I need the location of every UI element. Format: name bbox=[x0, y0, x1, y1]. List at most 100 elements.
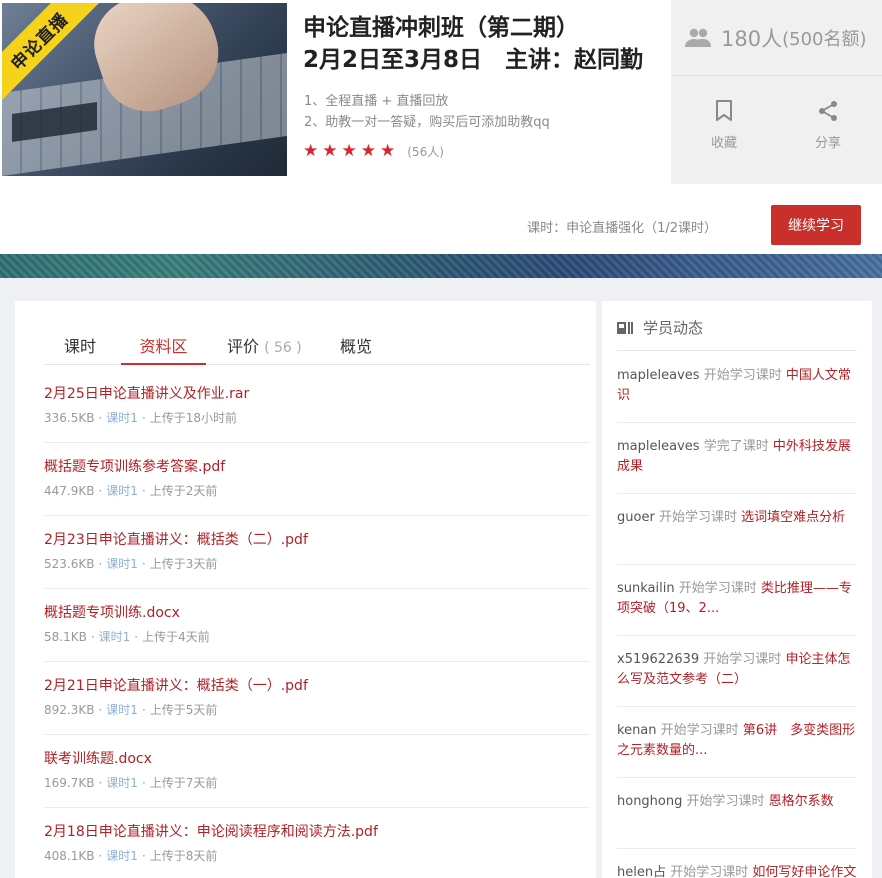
activity-item: x519622639 开始学习课时 申论主体怎么写及范文参考（二） bbox=[617, 636, 857, 707]
activity-user[interactable]: mapleleaves bbox=[617, 368, 700, 383]
activity-feed-icon bbox=[617, 321, 633, 334]
bookmark-icon bbox=[716, 100, 732, 121]
activity-verb: 开始学习课时 bbox=[658, 510, 737, 525]
file-upload-time: 上传于18小时前 bbox=[149, 411, 238, 425]
activity-verb: 开始学习课时 bbox=[670, 865, 749, 878]
course-header: 申论直播 申论直播冲刺班（第二期） 2月2日至3月8日 主讲：赵同勤 1、全程直… bbox=[0, 0, 882, 184]
file-size: 408.1KB bbox=[44, 849, 95, 863]
file-upload-time: 上传于7天前 bbox=[149, 776, 218, 790]
file-lesson-link[interactable]: 课时1 bbox=[106, 557, 138, 571]
tab-label: 资料区 bbox=[139, 337, 188, 356]
activity-item: mapleleaves 开始学习课时 中国人文常识 bbox=[617, 352, 857, 423]
enrollment-info: 180人 (500名额) bbox=[671, 0, 882, 76]
rating-count: (56人) bbox=[407, 144, 444, 159]
file-name-link[interactable]: 概括题专项训练.docx bbox=[44, 602, 180, 622]
activity-verb: 开始学习课时 bbox=[703, 652, 782, 667]
student-activity-panel: 学员动态 mapleleaves 开始学习课时 中国人文常识 mapleleav… bbox=[602, 301, 872, 878]
file-meta: 169.7KB · 课时1 · 上传于7天前 bbox=[44, 776, 218, 790]
people-icon bbox=[685, 28, 711, 47]
file-name-link[interactable]: 2月21日申论直播讲义：概括类（一）.pdf bbox=[44, 675, 308, 695]
activity-user[interactable]: kenan bbox=[617, 723, 657, 738]
course-cover-image[interactable]: 申论直播 bbox=[2, 3, 287, 176]
tab-lessons[interactable]: 课时 bbox=[64, 333, 96, 365]
star-icon: ★ bbox=[322, 141, 338, 161]
file-item: 2月23日申论直播讲义：概括类（二）.pdf 523.6KB · 课时1 · 上传于3天… bbox=[44, 516, 590, 589]
file-item: 2月21日申论直播讲义：概括类（一）.pdf 892.3KB · 课时1 · 上传于5天… bbox=[44, 662, 590, 735]
tab-label: 课时 bbox=[64, 337, 97, 356]
file-lesson-link[interactable]: 课时1 bbox=[106, 484, 138, 498]
activity-title: 学员动态 bbox=[643, 319, 704, 337]
decorative-stripe bbox=[0, 254, 882, 278]
tab-label: 概览 bbox=[340, 337, 373, 356]
file-meta: 892.3KB · 课时1 · 上传于5天前 bbox=[44, 703, 218, 717]
activity-course-link[interactable]: 恩格尔系数 bbox=[769, 794, 834, 809]
activity-verb: 开始学习课时 bbox=[678, 581, 757, 596]
star-icon: ★ bbox=[303, 141, 319, 161]
file-name-link[interactable]: 概括题专项训练参考答案.pdf bbox=[44, 456, 225, 476]
file-meta: 58.1KB · 课时1 · 上传于4天前 bbox=[44, 630, 210, 644]
activity-header: 学员动态 bbox=[617, 315, 857, 351]
course-title: 申论直播冲刺班（第二期） 2月2日至3月8日 主讲：赵同勤 bbox=[303, 12, 643, 76]
favorite-button[interactable]: 收藏 bbox=[674, 100, 774, 151]
star-icon: ★ bbox=[360, 141, 376, 161]
tab-materials[interactable]: 资料区 bbox=[121, 333, 206, 365]
activity-verb: 开始学习课时 bbox=[686, 794, 765, 809]
tab-reviews[interactable]: 评价 ( 56 ) bbox=[227, 333, 302, 365]
share-button[interactable]: 分享 bbox=[778, 100, 878, 151]
activity-item: kenan 开始学习课时 第6讲 多变类图形之元素数量的... bbox=[617, 707, 857, 778]
activity-user[interactable]: guoer bbox=[617, 510, 655, 525]
activity-user[interactable]: sunkailin bbox=[617, 581, 675, 596]
activity-verb: 开始学习课时 bbox=[660, 723, 739, 738]
file-upload-time: 上传于4天前 bbox=[142, 630, 210, 644]
ribbon-label: 申论直播 bbox=[7, 9, 73, 75]
file-lesson-link[interactable]: 课时1 bbox=[106, 703, 138, 717]
file-item: 2月25日申论直播讲义及作业.rar 336.5KB · 课时1 · 上传于18小时前 bbox=[44, 370, 590, 443]
star-icon: ★ bbox=[341, 141, 357, 161]
file-lesson-link[interactable]: 课时1 bbox=[99, 630, 131, 644]
file-size: 892.3KB bbox=[44, 703, 95, 717]
activity-user[interactable]: helen占 bbox=[617, 865, 666, 878]
file-item: 概括题专项训练参考答案.pdf 447.9KB · 课时1 · 上传于2天前 bbox=[44, 443, 590, 516]
activity-verb: 开始学习课时 bbox=[703, 368, 782, 383]
file-size: 447.9KB bbox=[44, 484, 95, 498]
activity-verb: 学完了课时 bbox=[703, 439, 769, 454]
activity-user[interactable]: mapleleaves bbox=[617, 439, 700, 454]
file-name-link[interactable]: 2月23日申论直播讲义：概括类（二）.pdf bbox=[44, 529, 308, 549]
activity-item: honghong 开始学习课时 恩格尔系数 bbox=[617, 778, 857, 849]
tab-overview[interactable]: 概览 bbox=[340, 333, 372, 365]
file-item: 联考训练题.docx 169.7KB · 课时1 · 上传于7天前 bbox=[44, 735, 590, 808]
file-upload-time: 上传于3天前 bbox=[149, 557, 218, 571]
file-meta: 447.9KB · 课时1 · 上传于2天前 bbox=[44, 484, 218, 498]
activity-item: guoer 开始学习课时 选词填空难点分析 bbox=[617, 494, 857, 565]
file-lesson-link[interactable]: 课时1 bbox=[106, 849, 138, 863]
continue-learning-button[interactable]: 继续学习 bbox=[771, 205, 861, 245]
file-name-link[interactable]: 2月18日申论直播讲义：申论阅读程序和阅读方法.pdf bbox=[44, 821, 378, 841]
activity-user[interactable]: x519622639 bbox=[617, 652, 699, 667]
share-icon bbox=[819, 101, 837, 121]
activity-course-link[interactable]: 选词填空难点分析 bbox=[741, 510, 845, 525]
file-lesson-link[interactable]: 课时1 bbox=[106, 411, 138, 425]
feature-item: 2、助教一对一答疑，购买后可添加助教qq bbox=[304, 115, 550, 130]
file-size: 523.6KB bbox=[44, 557, 95, 571]
activity-course-link[interactable]: 如何写好申论作文 bbox=[752, 865, 856, 878]
activity-item: mapleleaves 学完了课时 中外科技发展成果 bbox=[617, 423, 857, 494]
activity-user[interactable]: honghong bbox=[617, 794, 682, 809]
review-count: ( 56 ) bbox=[264, 340, 302, 356]
file-meta: 523.6KB · 课时1 · 上传于3天前 bbox=[44, 557, 218, 571]
favorite-label: 收藏 bbox=[710, 136, 737, 151]
activity-item: helen占 开始学习课时 如何写好申论作文 bbox=[617, 849, 857, 878]
file-name-link[interactable]: 2月25日申论直播讲义及作业.rar bbox=[44, 383, 249, 403]
tab-label: 评价 bbox=[227, 337, 260, 356]
course-rating: ★ ★ ★ ★ ★ (56人) bbox=[303, 141, 444, 161]
file-lesson-link[interactable]: 课时1 bbox=[106, 776, 138, 790]
file-upload-time: 上传于2天前 bbox=[149, 484, 218, 498]
enrolled-count: 180人 bbox=[721, 26, 783, 51]
feature-item: 1、全程直播 + 直播回放 bbox=[304, 94, 449, 109]
file-name-link[interactable]: 联考训练题.docx bbox=[44, 748, 152, 768]
course-features: 1、全程直播 + 直播回放 2、助教一对一答疑，购买后可添加助教qq bbox=[304, 91, 550, 133]
content-tabs: 课时 资料区 评价 ( 56 ) 概览 bbox=[44, 329, 590, 365]
activity-item: sunkailin 开始学习课时 类比推理——专项突破（19、2... bbox=[617, 565, 857, 636]
course-content-panel: 课时 资料区 评价 ( 56 ) 概览 2月25日申论直播讲义及作业.rar 3… bbox=[15, 301, 596, 878]
file-size: 169.7KB bbox=[44, 776, 95, 790]
progress-band bbox=[0, 184, 882, 254]
